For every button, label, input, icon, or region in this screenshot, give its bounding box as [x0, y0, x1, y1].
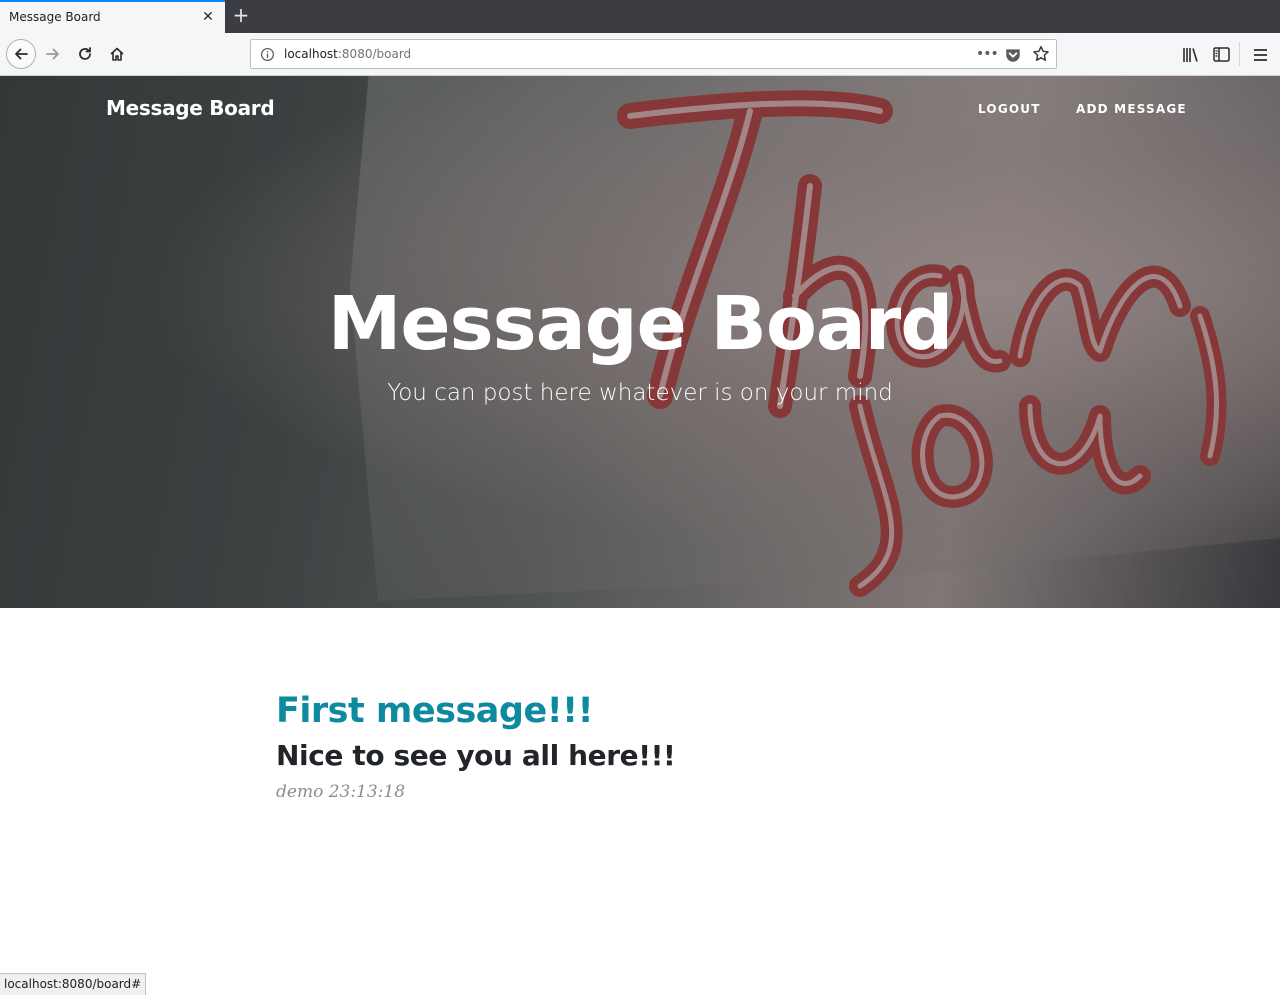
hero-header: Message Board Logout Add Message Message…: [0, 76, 1280, 608]
hamburger-menu-icon[interactable]: [1250, 44, 1272, 66]
status-bar-url: localhost:8080/board#: [0, 973, 147, 995]
pocket-icon[interactable]: [1004, 46, 1022, 64]
sidebar-icon[interactable]: [1211, 44, 1233, 66]
message-body: Nice to see you all here!!!: [276, 739, 676, 772]
library-icon[interactable]: [1180, 44, 1202, 66]
site-info-icon[interactable]: [260, 47, 275, 62]
forward-button[interactable]: [38, 39, 68, 69]
page-actions-icon[interactable]: •••: [976, 46, 999, 62]
page-viewport: Message Board Logout Add Message Message…: [0, 76, 1280, 995]
tab-strip: Message Board ✕ +: [0, 0, 1280, 33]
toolbar-separator: [1239, 42, 1240, 66]
message-meta: demo 23:13:18: [276, 782, 406, 802]
address-bar[interactable]: localhost:8080/board •••: [250, 39, 1057, 69]
reload-icon: [79, 47, 91, 60]
nav-logout-link[interactable]: Logout: [978, 102, 1041, 116]
arrow-right-icon: [46, 48, 59, 60]
url-host: localhost: [284, 47, 338, 61]
close-tab-icon[interactable]: ✕: [200, 9, 216, 25]
hero-title: Message Board: [327, 281, 953, 367]
hero-subtitle: You can post here whatever is on your mi…: [387, 380, 893, 406]
home-icon: [110, 47, 124, 61]
tab-title: Message Board: [9, 10, 101, 24]
reload-button[interactable]: [70, 39, 100, 69]
message-title-link[interactable]: First message!!!: [276, 688, 1004, 734]
message-post: First message!!! Nice to see you all her…: [276, 688, 1004, 802]
back-button[interactable]: [6, 39, 36, 69]
home-button[interactable]: [102, 39, 132, 69]
arrow-left-icon: [15, 48, 28, 60]
url-path: :8080/board: [337, 47, 412, 61]
site-brand-link[interactable]: Message Board: [106, 96, 275, 120]
tab-message-board[interactable]: Message Board ✕: [0, 0, 225, 33]
navigation-toolbar: localhost:8080/board •••: [0, 33, 1280, 76]
new-tab-button[interactable]: +: [230, 5, 252, 27]
nav-add-message-link[interactable]: Add Message: [1076, 102, 1187, 116]
bookmark-star-icon[interactable]: [1032, 45, 1050, 63]
url-text[interactable]: localhost:8080/board: [284, 47, 411, 61]
